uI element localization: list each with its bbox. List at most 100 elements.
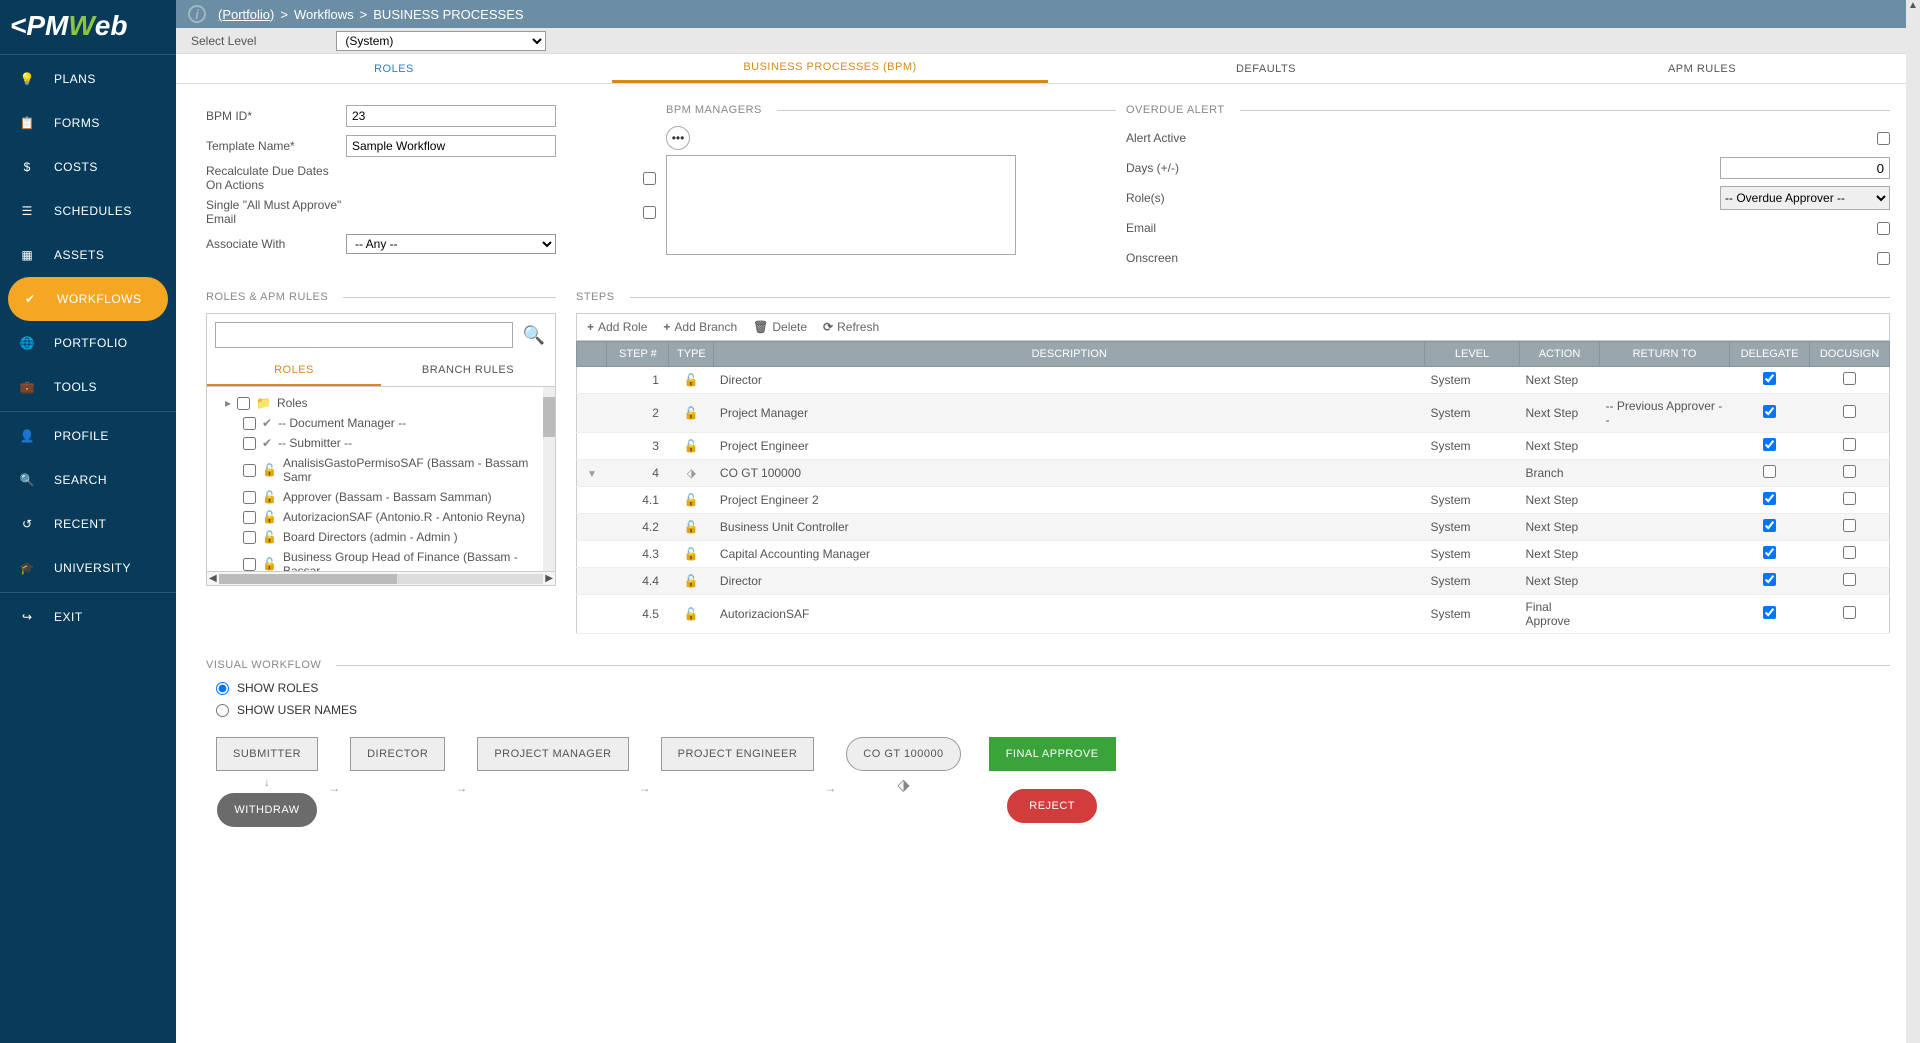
header-level: LEVEL bbox=[1425, 342, 1520, 367]
table-row[interactable]: ▼ 4 ⬗ CO GT 100000 Branch bbox=[577, 460, 1890, 487]
add-role-button[interactable]: +Add Role bbox=[587, 320, 647, 334]
bpm-id-input[interactable] bbox=[346, 105, 556, 127]
wf-final-box[interactable]: FINAL APPROVE bbox=[989, 737, 1116, 771]
docusign-checkbox[interactable] bbox=[1843, 546, 1856, 559]
onscreen-checkbox[interactable] bbox=[1877, 252, 1890, 265]
person-icon: 👤 bbox=[15, 424, 39, 448]
wf-pe-box[interactable]: PROJECT ENGINEER bbox=[661, 737, 815, 771]
assoc-dropdown[interactable]: -- Any -- bbox=[346, 234, 556, 254]
docusign-checkbox[interactable] bbox=[1843, 519, 1856, 532]
roles-dropdown[interactable]: -- Overdue Approver -- bbox=[1720, 186, 1890, 210]
wf-reject-box[interactable]: REJECT bbox=[1007, 789, 1097, 823]
delegate-checkbox[interactable] bbox=[1763, 492, 1776, 505]
docusign-checkbox[interactable] bbox=[1843, 492, 1856, 505]
managers-ellipsis-button[interactable]: ••• bbox=[666, 126, 690, 150]
delegate-checkbox[interactable] bbox=[1763, 405, 1776, 418]
expand-icon[interactable]: ▼ bbox=[583, 469, 601, 480]
sidebar-item-exit[interactable]: ↪EXIT bbox=[0, 595, 176, 639]
subtab-roles[interactable]: ROLES bbox=[207, 356, 381, 386]
main-scrollbar[interactable]: ▲ bbox=[1906, 0, 1920, 1043]
managers-box[interactable] bbox=[666, 155, 1016, 255]
tree-item[interactable]: 🔓AutorizacionSAF (Antonio.R - Antonio Re… bbox=[213, 507, 549, 527]
show-roles-radio[interactable] bbox=[216, 682, 229, 695]
unlock-icon: 🔓 bbox=[684, 520, 699, 534]
template-input[interactable] bbox=[346, 135, 556, 157]
tree-item[interactable]: 🔓Business Group Head of Finance (Bassam … bbox=[213, 547, 549, 572]
delegate-checkbox[interactable] bbox=[1763, 573, 1776, 586]
sidebar-item-profile[interactable]: 👤PROFILE bbox=[0, 414, 176, 458]
breadcrumb-workflows: Workflows bbox=[294, 7, 354, 22]
wf-withdraw-box[interactable]: WITHDRAW bbox=[217, 793, 316, 827]
breadcrumb-portfolio[interactable]: (Portfolio) bbox=[218, 7, 274, 22]
tab-bpm[interactable]: BUSINESS PROCESSES (BPM) bbox=[612, 54, 1048, 83]
table-row[interactable]: 4.2 🔓 Business Unit Controller System Ne… bbox=[577, 514, 1890, 541]
info-icon[interactable]: i bbox=[188, 5, 206, 23]
tree-item[interactable]: 🔓AnalisisGastoPermisoSAF (Bassam - Bassa… bbox=[213, 453, 549, 487]
docusign-checkbox[interactable] bbox=[1843, 465, 1856, 478]
email-checkbox[interactable] bbox=[1877, 222, 1890, 235]
subtab-branch[interactable]: BRANCH RULES bbox=[381, 356, 555, 386]
wf-director-box[interactable]: DIRECTOR bbox=[350, 737, 445, 771]
docusign-checkbox[interactable] bbox=[1843, 405, 1856, 418]
sidebar-item-search[interactable]: 🔍SEARCH bbox=[0, 458, 176, 502]
sidebar-item-recent[interactable]: ↺RECENT bbox=[0, 502, 176, 546]
header-desc: DESCRIPTION bbox=[714, 342, 1425, 367]
delegate-checkbox[interactable] bbox=[1763, 546, 1776, 559]
table-row[interactable]: 4.5 🔓 AutorizacionSAF System Final Appro… bbox=[577, 595, 1890, 634]
single-checkbox[interactable] bbox=[643, 206, 656, 219]
table-row[interactable]: 4.4 🔓 Director System Next Step bbox=[577, 568, 1890, 595]
tab-apm[interactable]: APM RULES bbox=[1484, 54, 1920, 83]
unlock-icon: 🔓 bbox=[684, 493, 699, 507]
tree-scrollbar-horizontal[interactable]: ◀▶ bbox=[206, 572, 556, 586]
table-row[interactable]: 3 🔓 Project Engineer System Next Step bbox=[577, 433, 1890, 460]
table-row[interactable]: 4.1 🔓 Project Engineer 2 System Next Ste… bbox=[577, 487, 1890, 514]
sidebar-item-portfolio[interactable]: 🌐PORTFOLIO bbox=[0, 321, 176, 365]
recalc-checkbox[interactable] bbox=[643, 172, 656, 185]
docusign-checkbox[interactable] bbox=[1843, 573, 1856, 586]
tab-roles[interactable]: ROLES bbox=[176, 54, 612, 83]
sidebar-item-costs[interactable]: $COSTS bbox=[0, 145, 176, 189]
bpm-id-label: BPM ID* bbox=[206, 109, 346, 123]
delegate-checkbox[interactable] bbox=[1763, 465, 1776, 478]
unlock-icon: 🔓 bbox=[684, 373, 699, 387]
delegate-checkbox[interactable] bbox=[1763, 606, 1776, 619]
delete-button[interactable]: 🗑Delete bbox=[753, 320, 807, 334]
tree-item[interactable]: 🔓Approver (Bassam - Bassam Samman) bbox=[213, 487, 549, 507]
table-row[interactable]: 4.3 🔓 Capital Accounting Manager System … bbox=[577, 541, 1890, 568]
sidebar-item-plans[interactable]: 💡PLANS bbox=[0, 57, 176, 101]
days-input[interactable] bbox=[1720, 157, 1890, 179]
alert-active-checkbox[interactable] bbox=[1877, 132, 1890, 145]
sidebar-item-schedules[interactable]: ☰SCHEDULES bbox=[0, 189, 176, 233]
docusign-checkbox[interactable] bbox=[1843, 438, 1856, 451]
table-row[interactable]: 1 🔓 Director System Next Step bbox=[577, 367, 1890, 394]
sidebar-item-workflows[interactable]: ✔WORKFLOWS bbox=[8, 277, 168, 321]
delegate-checkbox[interactable] bbox=[1763, 372, 1776, 385]
wf-submitter-box[interactable]: SUBMITTER bbox=[216, 737, 318, 771]
docusign-checkbox[interactable] bbox=[1843, 606, 1856, 619]
docusign-checkbox[interactable] bbox=[1843, 372, 1856, 385]
sidebar-item-forms[interactable]: 📋FORMS bbox=[0, 101, 176, 145]
sidebar-item-university[interactable]: 🎓UNIVERSITY bbox=[0, 546, 176, 590]
tree-scrollbar-vertical[interactable] bbox=[543, 387, 555, 571]
show-users-radio[interactable] bbox=[216, 704, 229, 717]
sidebar-item-tools[interactable]: 💼TOOLS bbox=[0, 365, 176, 409]
search-icon[interactable]: 🔍 bbox=[521, 322, 547, 348]
email-label: Email bbox=[1126, 221, 1156, 235]
delegate-checkbox[interactable] bbox=[1763, 519, 1776, 532]
tree-item[interactable]: 🔓Board Directors (admin - Admin ) bbox=[213, 527, 549, 547]
main-content: i (Portfolio) > Workflows > BUSINESS PRO… bbox=[176, 0, 1920, 1043]
table-row[interactable]: 2 🔓 Project Manager System Next Step -- … bbox=[577, 394, 1890, 433]
refresh-button[interactable]: ⟳Refresh bbox=[823, 320, 879, 334]
roles-search-input[interactable] bbox=[215, 322, 513, 348]
tree-item[interactable]: ✔-- Document Manager -- bbox=[213, 413, 549, 433]
tree-root[interactable]: ▸📁Roles bbox=[213, 393, 549, 413]
globe-icon: 🌐 bbox=[15, 331, 39, 355]
tree-item[interactable]: ✔-- Submitter -- bbox=[213, 433, 549, 453]
add-branch-button[interactable]: +Add Branch bbox=[663, 320, 737, 334]
delegate-checkbox[interactable] bbox=[1763, 438, 1776, 451]
wf-co-box[interactable]: CO GT 100000 bbox=[846, 737, 960, 771]
tab-defaults[interactable]: DEFAULTS bbox=[1048, 54, 1484, 83]
wf-pm-box[interactable]: PROJECT MANAGER bbox=[477, 737, 628, 771]
select-level-dropdown[interactable]: (System) bbox=[336, 31, 546, 51]
sidebar-item-assets[interactable]: ▦ASSETS bbox=[0, 233, 176, 277]
